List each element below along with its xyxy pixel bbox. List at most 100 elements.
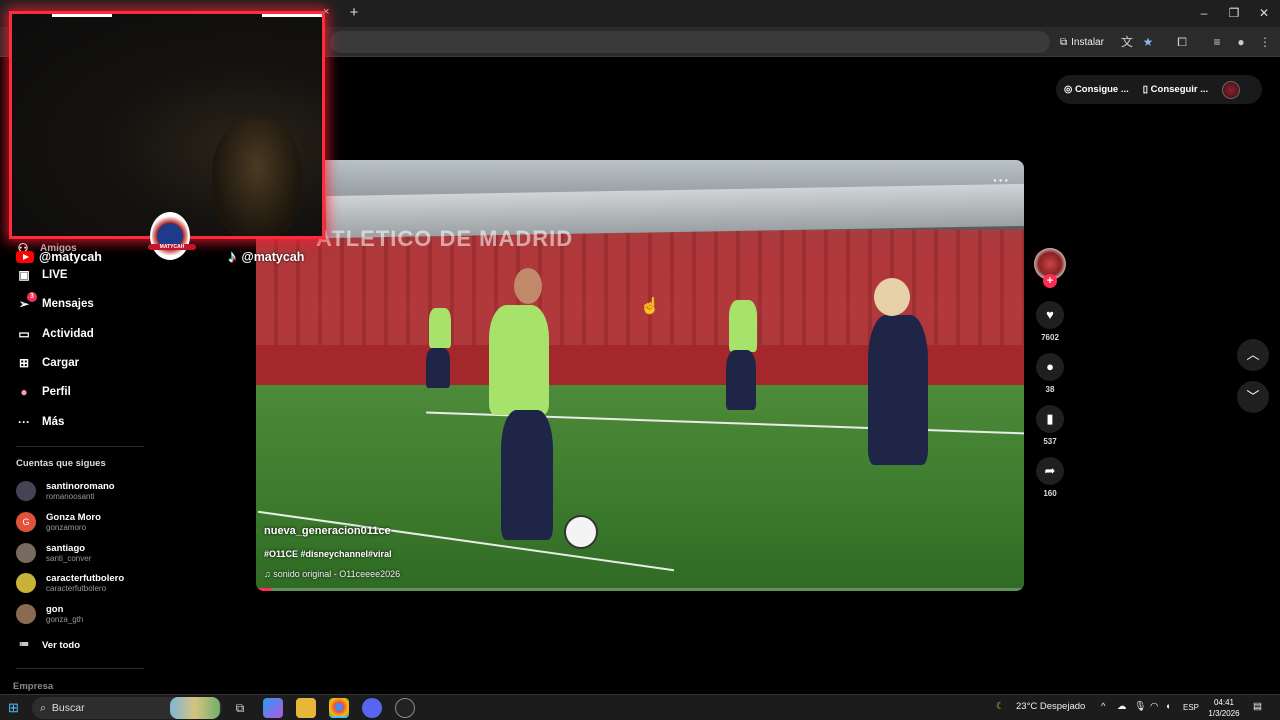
- see-all-label: Ver todo: [42, 639, 81, 651]
- comment-button[interactable]: ● 38: [1036, 353, 1064, 394]
- following-name: caracterfutbolero: [46, 573, 125, 584]
- weather-text[interactable]: 23°C Despejado: [1016, 701, 1085, 712]
- moon-weather-icon: ☾: [996, 701, 1005, 712]
- sidebar-item-profile[interactable]: ● Perfil: [16, 382, 71, 402]
- upload-icon: ⊞: [18, 356, 30, 370]
- following-handle: santi_conver: [46, 554, 92, 563]
- sidebar-item-label: Cargar: [42, 357, 80, 369]
- follow-plus-icon[interactable]: +: [1043, 274, 1057, 288]
- taskbar-search[interactable]: ⌕ Buscar: [32, 697, 222, 719]
- heart-icon: ♥: [1036, 301, 1064, 329]
- volume-icon[interactable]: ◖: [1165, 701, 1171, 712]
- avatar: [16, 573, 36, 593]
- chrome-icon[interactable]: [329, 698, 349, 718]
- avatar: [16, 604, 36, 624]
- tray-chevron-icon[interactable]: ^: [1101, 701, 1105, 712]
- profile-icon: ●: [20, 385, 28, 399]
- video-progress-bar[interactable]: [256, 588, 1024, 591]
- minimize-button[interactable]: –: [1196, 5, 1212, 21]
- list-icon: ≔: [19, 639, 29, 650]
- channel-logo: MATYCAH: [148, 212, 196, 260]
- get-app-button[interactable]: ▯ Conseguir ...: [1143, 84, 1208, 95]
- taskbar: ⊞ ⌕ Buscar ⧉ ☾ 23°C Despejado ^ ☁ 🎙 ◠ ◖ …: [0, 694, 1280, 720]
- address-bar[interactable]: [330, 31, 1050, 53]
- activity-icon: ▭: [18, 327, 30, 341]
- search-icon: ⌕: [40, 701, 46, 714]
- top-actions: ◎ Consigue ... ▯ Conseguir ...: [1056, 75, 1262, 104]
- windows-start-icon[interactable]: ⊞: [8, 700, 19, 716]
- following-name: santinoromano: [46, 481, 115, 492]
- tiktok-handle-text: @matycah: [241, 250, 305, 264]
- install-icon: ⧉: [1060, 36, 1068, 48]
- comment-icon: ●: [1036, 353, 1064, 381]
- video-music[interactable]: ♫ sonido original - O11ceeee2026: [264, 569, 400, 579]
- following-item[interactable]: gon gonza_gth: [16, 602, 83, 626]
- task-view-icon[interactable]: ⧉: [230, 698, 250, 718]
- translate-icon[interactable]: 文: [1118, 33, 1136, 51]
- following-handle: gonza_gth: [46, 615, 84, 624]
- next-video-button[interactable]: ﹀: [1237, 381, 1269, 413]
- obs-icon[interactable]: [395, 698, 415, 718]
- following-handle: gonzamoro: [46, 523, 87, 532]
- save-count: 537: [1043, 437, 1057, 446]
- player: [489, 305, 549, 415]
- music-note-icon: ♫: [264, 569, 271, 579]
- system-clock[interactable]: 04:41 1/3/2026: [1204, 697, 1244, 719]
- video-player[interactable]: ATLETICO DE MADRID ··· nueva_generacion0…: [256, 160, 1024, 591]
- language-indicator[interactable]: ESP: [1183, 703, 1199, 712]
- sidebar-item-more[interactable]: ··· Más: [16, 412, 64, 432]
- sidebar-item-label: Actividad: [42, 328, 94, 340]
- sidebar-item-label: Mensajes: [42, 298, 94, 310]
- new-tab-button[interactable]: +: [345, 4, 363, 22]
- comment-count: 38: [1045, 385, 1055, 394]
- following-title: Cuentas que sigues: [16, 458, 106, 469]
- following-name: Gonza Moro: [46, 512, 101, 523]
- following-item[interactable]: santinoromano romanoosanti: [16, 479, 115, 503]
- sidebar-item-live[interactable]: ▣ LIVE: [16, 265, 68, 285]
- sidebar-item-activity[interactable]: ▭ Actividad: [16, 324, 94, 344]
- copilot-icon[interactable]: [263, 698, 283, 718]
- save-button[interactable]: ▮ 537: [1036, 405, 1064, 446]
- following-item[interactable]: caracterfutbolero caracterfutbolero: [16, 571, 124, 595]
- get-coins-button[interactable]: ◎ Consigue ...: [1064, 84, 1129, 95]
- following-item[interactable]: G Gonza Moro gonzamoro: [16, 510, 101, 534]
- cloud-icon[interactable]: ☁: [1117, 701, 1127, 712]
- extensions-icon[interactable]: ⧠: [1173, 33, 1191, 51]
- see-all-following-button[interactable]: ≔ Ver todo: [16, 635, 80, 655]
- share-button[interactable]: ➦ 160: [1036, 457, 1064, 498]
- bookmark-star-icon[interactable]: ★: [1139, 33, 1157, 51]
- company-link[interactable]: Empresa: [13, 681, 53, 692]
- microphone-icon[interactable]: 🎙: [1134, 701, 1146, 712]
- sidebar-item-messages[interactable]: ➢ 3 Mensajes: [16, 292, 94, 314]
- discord-icon[interactable]: [362, 698, 382, 718]
- sidebar-item-label: Perfil: [42, 386, 71, 398]
- media-controls-icon[interactable]: ≡: [1208, 33, 1226, 51]
- divider: [16, 446, 144, 447]
- browser-menu-icon[interactable]: ⋮: [1256, 33, 1274, 51]
- share-count: 160: [1043, 489, 1057, 498]
- profile-avatar-icon[interactable]: ●: [1232, 33, 1250, 51]
- sidebar-item-label: LIVE: [42, 269, 68, 281]
- following-name: santiago: [46, 543, 86, 554]
- notifications-icon[interactable]: ▤: [1253, 701, 1262, 712]
- video-more-options[interactable]: ···: [993, 172, 1010, 188]
- tiktok-handle: ♪ @matycah: [228, 247, 305, 266]
- following-name: gon: [46, 604, 64, 615]
- video-hashtags[interactable]: #O11CE #disneychannel#viral: [264, 549, 392, 559]
- clock-date: 1/3/2026: [1208, 709, 1240, 718]
- user-avatar[interactable]: [1222, 80, 1241, 99]
- following-item[interactable]: santiago santi_conver: [16, 541, 91, 565]
- sidebar-item-upload[interactable]: ⊞ Cargar: [16, 353, 79, 373]
- search-highlight-image: [170, 697, 220, 719]
- share-icon: ➦: [1036, 457, 1064, 485]
- previous-video-button[interactable]: ︿: [1237, 339, 1269, 371]
- video-author[interactable]: nueva_generacion011ce: [264, 525, 391, 537]
- wifi-icon[interactable]: ◠: [1150, 701, 1158, 712]
- file-explorer-icon[interactable]: [296, 698, 316, 718]
- restore-button[interactable]: ❐: [1226, 5, 1242, 21]
- install-app-button[interactable]: ⧉ Instalar: [1060, 33, 1104, 51]
- like-button[interactable]: ♥ 7602: [1036, 301, 1064, 342]
- close-window-button[interactable]: ✕: [1256, 5, 1272, 21]
- player-head: [874, 278, 910, 316]
- hand-cursor-icon: ☝: [640, 298, 660, 315]
